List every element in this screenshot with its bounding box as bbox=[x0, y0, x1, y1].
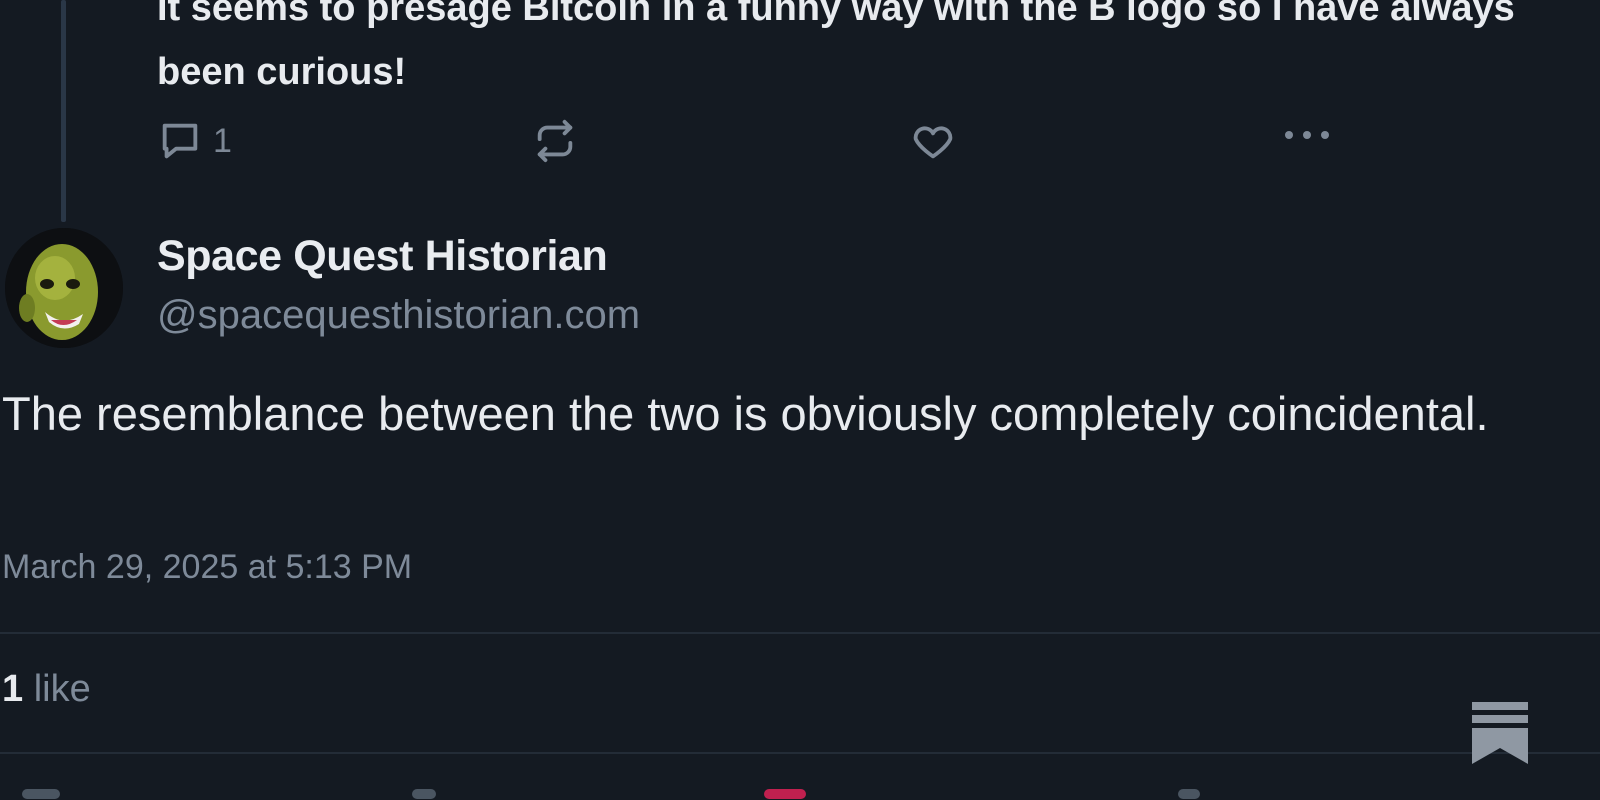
more-options-button[interactable] bbox=[1282, 128, 1332, 142]
reply-icon bbox=[162, 123, 198, 159]
heart-icon bbox=[913, 126, 953, 159]
repost-icon[interactable] bbox=[412, 789, 436, 799]
divider bbox=[0, 752, 1600, 754]
like-button[interactable] bbox=[909, 118, 957, 164]
avatar[interactable] bbox=[5, 228, 123, 348]
repost-button[interactable] bbox=[532, 118, 578, 164]
divider bbox=[0, 632, 1600, 634]
post-action-bar bbox=[0, 786, 1600, 800]
likes-count: 1 bbox=[2, 668, 24, 710]
substack-bookmark-icon bbox=[1472, 702, 1528, 764]
author-name[interactable]: Space Quest Historian bbox=[157, 232, 608, 281]
likes-label: like bbox=[33, 668, 91, 710]
reply-icon[interactable] bbox=[22, 789, 60, 799]
post-timestamp: March 29, 2025 at 5:13 PM bbox=[2, 548, 413, 586]
more-icon bbox=[1285, 131, 1329, 139]
more-icon[interactable] bbox=[1178, 789, 1200, 799]
reply-button[interactable]: 1 bbox=[157, 118, 232, 164]
parent-post-actions: 1 bbox=[157, 118, 1357, 168]
thread-line bbox=[61, 0, 66, 222]
post-body: The resemblance between the two is obvio… bbox=[2, 387, 1489, 440]
bluesky-thread: It seems to presage Bitcoin in a funny w… bbox=[0, 0, 1600, 800]
likes-summary[interactable]: 1 like bbox=[2, 668, 91, 711]
parent-post-text: It seems to presage Bitcoin in a funny w… bbox=[157, 0, 1515, 93]
author-handle[interactable]: @spacequesthistorian.com bbox=[157, 293, 640, 338]
heart-icon[interactable] bbox=[764, 789, 806, 799]
reply-count: 1 bbox=[213, 121, 232, 160]
repost-icon bbox=[537, 119, 573, 163]
